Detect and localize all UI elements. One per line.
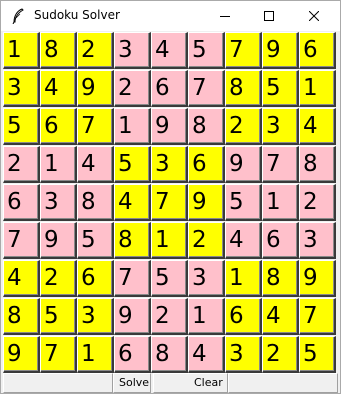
- button-bar-spacer-left: [3, 373, 113, 393]
- minimize-button[interactable]: [202, 1, 248, 31]
- sudoku-cell[interactable]: 9: [188, 184, 225, 221]
- sudoku-cell[interactable]: 2: [188, 222, 225, 259]
- sudoku-cell[interactable]: 5: [299, 336, 336, 373]
- sudoku-cell[interactable]: 6: [299, 32, 336, 69]
- sudoku-cell[interactable]: 7: [3, 222, 40, 259]
- sudoku-cell[interactable]: 5: [151, 260, 188, 297]
- sudoku-cell[interactable]: 3: [225, 336, 262, 373]
- sudoku-cell[interactable]: 2: [262, 336, 299, 373]
- sudoku-cell[interactable]: 4: [3, 260, 40, 297]
- sudoku-cell[interactable]: 6: [3, 184, 40, 221]
- sudoku-cell[interactable]: 3: [188, 260, 225, 297]
- button-bar: Solve Clear: [3, 373, 338, 393]
- sudoku-cell[interactable]: 4: [151, 32, 188, 69]
- sudoku-cell[interactable]: 9: [151, 108, 188, 145]
- sudoku-cell[interactable]: 9: [40, 222, 77, 259]
- sudoku-cell[interactable]: 9: [262, 32, 299, 69]
- sudoku-cell[interactable]: 5: [40, 298, 77, 335]
- sudoku-cell[interactable]: 2: [299, 184, 336, 221]
- sudoku-cell[interactable]: 3: [77, 298, 114, 335]
- sudoku-cell[interactable]: 3: [299, 222, 336, 259]
- sudoku-cell[interactable]: 9: [114, 298, 151, 335]
- title-bar[interactable]: Sudoku Solver: [1, 1, 340, 31]
- sudoku-cell[interactable]: 9: [77, 70, 114, 107]
- sudoku-cell[interactable]: 1: [188, 298, 225, 335]
- solve-button[interactable]: Solve: [113, 373, 151, 393]
- minimize-icon: [220, 16, 230, 17]
- sudoku-cell[interactable]: 1: [40, 146, 77, 183]
- sudoku-cell[interactable]: 8: [151, 336, 188, 373]
- sudoku-cell[interactable]: 1: [3, 32, 40, 69]
- sudoku-cell[interactable]: 2: [40, 260, 77, 297]
- sudoku-cell[interactable]: 1: [262, 184, 299, 221]
- maximize-icon: [264, 11, 274, 21]
- sudoku-cell[interactable]: 4: [77, 146, 114, 183]
- sudoku-cell[interactable]: 7: [114, 260, 151, 297]
- sudoku-cell[interactable]: 8: [3, 298, 40, 335]
- sudoku-cell[interactable]: 5: [114, 146, 151, 183]
- sudoku-cell[interactable]: 8: [77, 184, 114, 221]
- sudoku-cell[interactable]: 8: [225, 70, 262, 107]
- sudoku-cell[interactable]: 3: [40, 184, 77, 221]
- sudoku-cell[interactable]: 5: [262, 70, 299, 107]
- sudoku-cell[interactable]: 6: [77, 260, 114, 297]
- sudoku-cell[interactable]: 6: [114, 336, 151, 373]
- sudoku-cell[interactable]: 1: [151, 222, 188, 259]
- sudoku-cell[interactable]: 2: [225, 108, 262, 145]
- window-title: Sudoku Solver: [34, 8, 120, 22]
- app-window: Sudoku Solver 18234579634926785156719823…: [0, 0, 341, 394]
- sudoku-cell[interactable]: 7: [40, 336, 77, 373]
- sudoku-cell[interactable]: 1: [114, 108, 151, 145]
- sudoku-cell[interactable]: 5: [225, 184, 262, 221]
- sudoku-cell[interactable]: 8: [114, 222, 151, 259]
- sudoku-cell[interactable]: 5: [188, 32, 225, 69]
- close-button[interactable]: [291, 1, 337, 31]
- sudoku-cell[interactable]: 3: [114, 32, 151, 69]
- sudoku-cell[interactable]: 1: [299, 70, 336, 107]
- sudoku-cell[interactable]: 6: [151, 70, 188, 107]
- sudoku-cell[interactable]: 8: [188, 108, 225, 145]
- sudoku-cell[interactable]: 7: [151, 184, 188, 221]
- sudoku-grid: 1823457963492678515671982342145369786384…: [3, 32, 336, 373]
- sudoku-cell[interactable]: 7: [188, 70, 225, 107]
- sudoku-cell[interactable]: 4: [188, 336, 225, 373]
- sudoku-cell[interactable]: 9: [225, 146, 262, 183]
- sudoku-cell[interactable]: 7: [225, 32, 262, 69]
- sudoku-cell[interactable]: 5: [3, 108, 40, 145]
- sudoku-cell[interactable]: 7: [77, 108, 114, 145]
- sudoku-cell[interactable]: 6: [262, 222, 299, 259]
- sudoku-cell[interactable]: 7: [262, 146, 299, 183]
- sudoku-cell[interactable]: 8: [299, 146, 336, 183]
- sudoku-cell[interactable]: 8: [262, 260, 299, 297]
- sudoku-cell[interactable]: 8: [40, 32, 77, 69]
- sudoku-cell[interactable]: 4: [40, 70, 77, 107]
- sudoku-cell[interactable]: 4: [225, 222, 262, 259]
- sudoku-cell[interactable]: 6: [188, 146, 225, 183]
- sudoku-cell[interactable]: 3: [151, 146, 188, 183]
- feather-icon: [11, 8, 25, 25]
- sudoku-cell[interactable]: 1: [77, 336, 114, 373]
- sudoku-cell[interactable]: 2: [151, 298, 188, 335]
- button-bar-spacer-right: [228, 373, 338, 393]
- sudoku-cell[interactable]: 2: [3, 146, 40, 183]
- clear-button[interactable]: Clear: [153, 373, 228, 393]
- sudoku-cell[interactable]: 4: [299, 108, 336, 145]
- sudoku-cell[interactable]: 3: [3, 70, 40, 107]
- sudoku-cell[interactable]: 4: [114, 184, 151, 221]
- sudoku-cell[interactable]: 2: [114, 70, 151, 107]
- maximize-button[interactable]: [246, 1, 292, 31]
- sudoku-cell[interactable]: 1: [225, 260, 262, 297]
- sudoku-cell[interactable]: 2: [77, 32, 114, 69]
- sudoku-cell[interactable]: 9: [299, 260, 336, 297]
- sudoku-cell[interactable]: 7: [299, 298, 336, 335]
- sudoku-cell[interactable]: 6: [40, 108, 77, 145]
- sudoku-cell[interactable]: 5: [77, 222, 114, 259]
- sudoku-cell[interactable]: 6: [225, 298, 262, 335]
- close-icon: [309, 11, 319, 21]
- sudoku-cell[interactable]: 4: [262, 298, 299, 335]
- sudoku-cell[interactable]: 9: [3, 336, 40, 373]
- sudoku-cell[interactable]: 3: [262, 108, 299, 145]
